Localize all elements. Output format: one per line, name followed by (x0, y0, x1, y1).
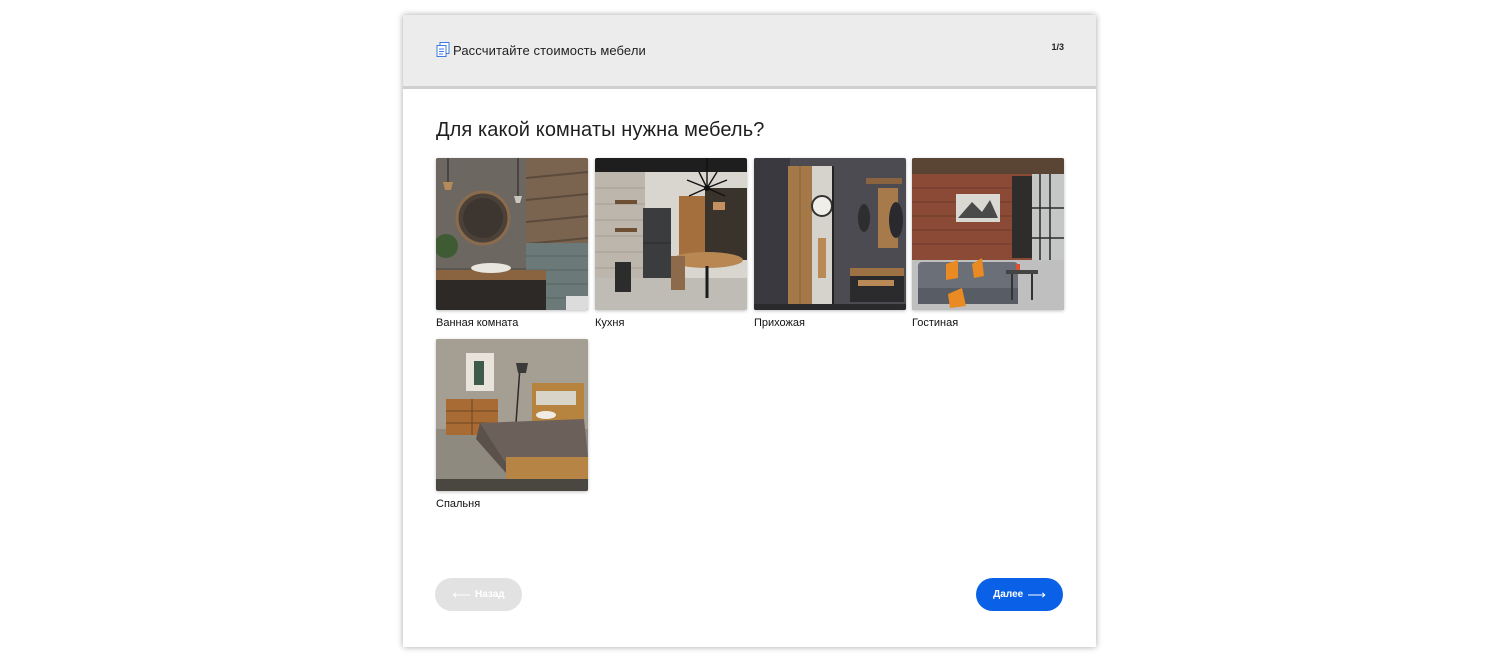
option-label: Прихожая (754, 317, 805, 329)
option-label: Ванная комната (436, 317, 519, 329)
document-icon (436, 42, 450, 57)
bedroom-photo (436, 339, 588, 491)
option-bathroom[interactable]: Ванная комната (436, 158, 588, 329)
option-label: Спальня (436, 498, 481, 510)
progress-bar (403, 86, 1096, 89)
arrow-right-icon: ⟶ (1027, 587, 1046, 602)
option-kitchen[interactable]: Кухня (595, 158, 747, 329)
step-counter: 1/3 (1051, 42, 1064, 52)
option-label: Кухня (595, 317, 625, 329)
option-hallway[interactable]: Прихожая (754, 158, 906, 329)
next-button-label: Далее (993, 589, 1024, 600)
bathroom-photo (436, 158, 588, 310)
back-button-label: Назад (474, 589, 505, 600)
quiz-card: Рассчитайте стоимость мебели 1/3 Для как… (403, 15, 1096, 647)
option-living-room[interactable]: Гостиная (912, 158, 1064, 329)
quiz-title: Рассчитайте стоимость мебели (453, 43, 646, 58)
option-bedroom[interactable]: Спальня (436, 339, 588, 510)
arrow-left-icon: ⟵ (452, 587, 471, 602)
kitchen-photo (595, 158, 747, 310)
option-label: Гостиная (912, 317, 959, 329)
living-room-photo (912, 158, 1064, 310)
back-button[interactable]: ⟵ Назад (435, 578, 522, 611)
quiz-header: Рассчитайте стоимость мебели 1/3 (403, 15, 1096, 86)
hallway-photo (754, 158, 906, 310)
next-button[interactable]: Далее ⟶ (976, 578, 1063, 611)
question-title: Для какой комнаты нужна мебель? (436, 119, 765, 141)
